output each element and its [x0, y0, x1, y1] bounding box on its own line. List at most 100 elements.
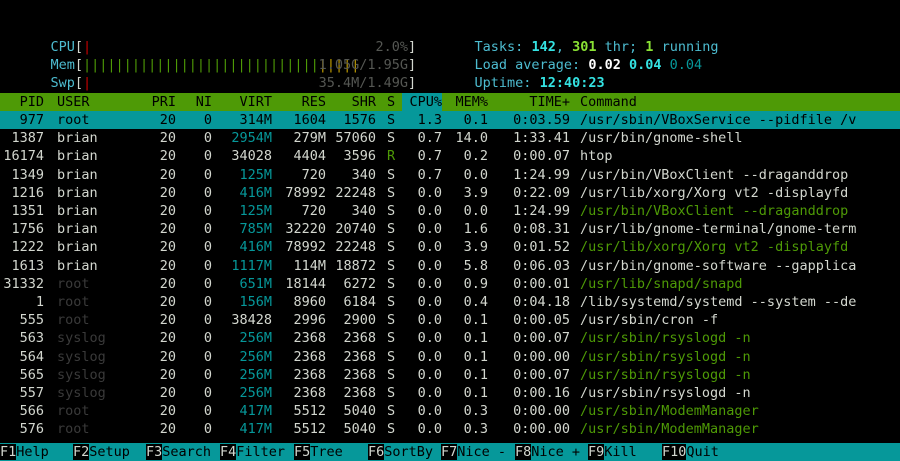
- process-cpu-cell: 0.0: [417, 330, 442, 347]
- function-key-f7[interactable]: F7Nice -: [441, 443, 506, 461]
- process-mem-cell: 0.1: [463, 366, 488, 383]
- process-row[interactable]: 566 root 20 0 417M 5512 5040 S 0.0 0.3 0:00.00/usr…: [0, 402, 900, 420]
- process-row[interactable]: 555 root 20 0 38428 2996 2900 S 0.0 0.1 0:00.05/us…: [0, 311, 900, 329]
- process-pid-cell: 566: [19, 403, 44, 420]
- process-row[interactable]: 565 syslog 20 0 256M 2368 2368 S 0.0 0.1 0:00.07/u…: [0, 366, 900, 384]
- process-res-cell: 78992: [285, 239, 326, 256]
- process-row[interactable]: 1349 brian 20 0 125M 720 340 S 0.7 0.0 1:24.99/usr…: [0, 166, 900, 184]
- column-header-virt[interactable]: VIRT: [220, 93, 272, 111]
- process-virt-cell: 651M: [239, 275, 272, 292]
- process-pri-cell: 20: [159, 312, 176, 329]
- process-user-cell: brian: [57, 166, 98, 183]
- process-time-cell: 0:00.00: [513, 348, 570, 365]
- process-user-cell: root: [57, 421, 90, 438]
- process-virt-cell: 156M: [239, 294, 272, 310]
- process-mem-cell: 14.0: [455, 130, 488, 147]
- process-time-cell: 0:03.59: [513, 112, 570, 128]
- process-row[interactable]: 1387 brian 20 0 2954M 279M 57060 S 0.7 14.0 1:33.4…: [0, 129, 900, 147]
- process-mem-cell: 0.1: [463, 112, 488, 128]
- column-header-res[interactable]: RES: [280, 93, 326, 111]
- process-mem-cell: 1.6: [463, 221, 488, 238]
- process-cmd-cell: /usr/bin/gnome-software --gapplica: [580, 257, 857, 274]
- function-key-f6[interactable]: F6SortBy: [368, 443, 433, 461]
- column-header-cpu[interactable]: CPU%: [402, 93, 442, 111]
- function-key-f3[interactable]: F3Search: [146, 443, 211, 461]
- process-cmd-cell: /usr/bin/gnome-shell: [580, 130, 743, 147]
- process-cpu-cell: 0.0: [417, 221, 442, 238]
- process-state-cell: S: [387, 257, 396, 274]
- function-key-f2[interactable]: F2Setup: [73, 443, 130, 461]
- process-cpu-cell: 0.0: [417, 312, 442, 329]
- process-cmd-cell: /usr/lib/gnome-terminal/gnome-term: [580, 221, 857, 238]
- function-key-f9[interactable]: F9Kill: [588, 443, 637, 461]
- process-pid-cell: 16174: [3, 148, 44, 165]
- process-row[interactable]: 977 root 20 0 314M 1604 1576 S 1.3 0.1 0:03.59/usr…: [0, 111, 900, 129]
- process-shr-cell: 2368: [343, 348, 376, 365]
- process-pri-cell: 20: [159, 166, 176, 183]
- function-key-f1[interactable]: F1Help: [0, 443, 49, 461]
- process-ni-cell: 0: [203, 166, 212, 183]
- process-row[interactable]: 1613 brian 20 0 1117M 114M 18872 S 0.0 5.8 0:06.03…: [0, 257, 900, 275]
- function-key-action: Nice -: [457, 444, 507, 460]
- process-time-cell: 1:24.99: [513, 166, 570, 183]
- process-cpu-cell: 0.0: [417, 275, 442, 292]
- process-row[interactable]: 31332 root 20 0 651M 18144 6272 S 0.0 0.9 0:00.01 /…: [0, 275, 900, 293]
- column-header-mem[interactable]: MEM%: [445, 93, 488, 111]
- process-row[interactable]: 1351 brian 20 0 125M 720 340 S 0.0 0.0 1:24.99/usr…: [0, 202, 900, 220]
- process-time-cell: 0:22.09: [513, 184, 570, 201]
- function-key-f4[interactable]: F4Filter: [220, 443, 285, 461]
- process-pri-cell: 20: [159, 257, 176, 274]
- column-header-time[interactable]: TIME+: [492, 93, 570, 111]
- process-ni-cell: 0: [203, 257, 212, 274]
- process-res-cell: 4404: [293, 148, 326, 165]
- swp-meter-bar: |: [83, 75, 92, 91]
- process-cmd-cell: /usr/sbin/rsyslogd -n: [580, 330, 751, 347]
- uptime-label: Uptime:: [474, 75, 532, 91]
- process-row[interactable]: 576 root 20 0 417M 5512 5040 S 0.0 0.3 0:00.00/usr…: [0, 420, 900, 438]
- column-header-command[interactable]: Command: [580, 93, 880, 111]
- uptime-stat: Uptime: 12:40:23: [442, 56, 605, 91]
- process-state-cell: S: [387, 221, 396, 238]
- process-res-cell: 720: [301, 166, 326, 183]
- process-virt-cell: 785M: [239, 221, 272, 238]
- process-ni-cell: 0: [203, 385, 212, 401]
- column-header-pid[interactable]: PID: [0, 93, 44, 111]
- process-virt-cell: 256M: [239, 348, 272, 365]
- process-res-cell: 32220: [285, 221, 326, 238]
- function-key-f5[interactable]: F5Tree: [294, 443, 343, 461]
- process-row[interactable]: 564 syslog 20 0 256M 2368 2368 S 0.0 0.1 0:00.00/u…: [0, 348, 900, 366]
- process-row[interactable]: 1 root 20 0 156M 8960 6184 S 0.0 0.4 0:04.18/lib/s…: [0, 293, 900, 311]
- process-state-cell: S: [387, 312, 396, 329]
- column-header-ni[interactable]: NI: [186, 93, 212, 111]
- process-shr-cell: 6272: [343, 275, 376, 292]
- process-res-cell: 2368: [293, 385, 326, 401]
- column-header-user[interactable]: USER: [57, 93, 137, 111]
- column-header-state[interactable]: S: [387, 93, 399, 111]
- process-ni-cell: 0: [203, 330, 212, 347]
- process-cmd-cell: /usr/lib/xorg/Xorg vt2 -displayfd: [580, 239, 849, 256]
- process-state-cell: S: [387, 385, 396, 401]
- function-key-f8[interactable]: F8Nice +: [515, 443, 580, 461]
- column-header-pri[interactable]: PRI: [140, 93, 176, 111]
- process-time-cell: 1:24.99: [513, 203, 570, 219]
- process-row[interactable]: 1216 brian 20 0 416M 78992 22248 S 0.0 3.9 0:22.09…: [0, 184, 900, 202]
- process-cpu-cell: 0.0: [417, 366, 442, 383]
- column-header-shr[interactable]: SHR: [330, 93, 376, 111]
- function-key-f10[interactable]: F10Quit: [662, 443, 719, 461]
- process-row[interactable]: 1222 brian 20 0 416M 78992 22248 S 0.0 3.9 0:01.52…: [0, 238, 900, 256]
- process-mem-cell: 0.3: [463, 421, 488, 438]
- process-mem-cell: 0.0: [463, 203, 488, 219]
- process-row[interactable]: 563 syslog 20 0 256M 2368 2368 S 0.0 0.1 0:00.07/u…: [0, 329, 900, 347]
- process-pid-cell: 977: [19, 112, 44, 128]
- process-row[interactable]: 1756 brian 20 0 785M 32220 20740 S 0.0 1.6 0:08.31…: [0, 220, 900, 238]
- function-key-label: F10: [662, 444, 687, 460]
- process-time-cell: 0:00.00: [513, 403, 570, 420]
- process-row[interactable]: 16174 brian 20 0 34028 4404 3596 R 0.7 0.2 0:00.07…: [0, 147, 900, 165]
- function-key-action: Quit: [686, 444, 719, 460]
- process-ni-cell: 0: [203, 403, 212, 420]
- process-mem-cell: 5.8: [463, 257, 488, 274]
- function-key-action: Help: [16, 444, 49, 460]
- process-time-cell: 0:00.07: [513, 330, 570, 347]
- process-row[interactable]: 557 syslog 20 0 256M 2368 2368 S 0.0 0.1 0:00.16/u…: [0, 384, 900, 402]
- process-cmd-cell: /usr/bin/VBoxClient --draganddrop: [580, 166, 849, 183]
